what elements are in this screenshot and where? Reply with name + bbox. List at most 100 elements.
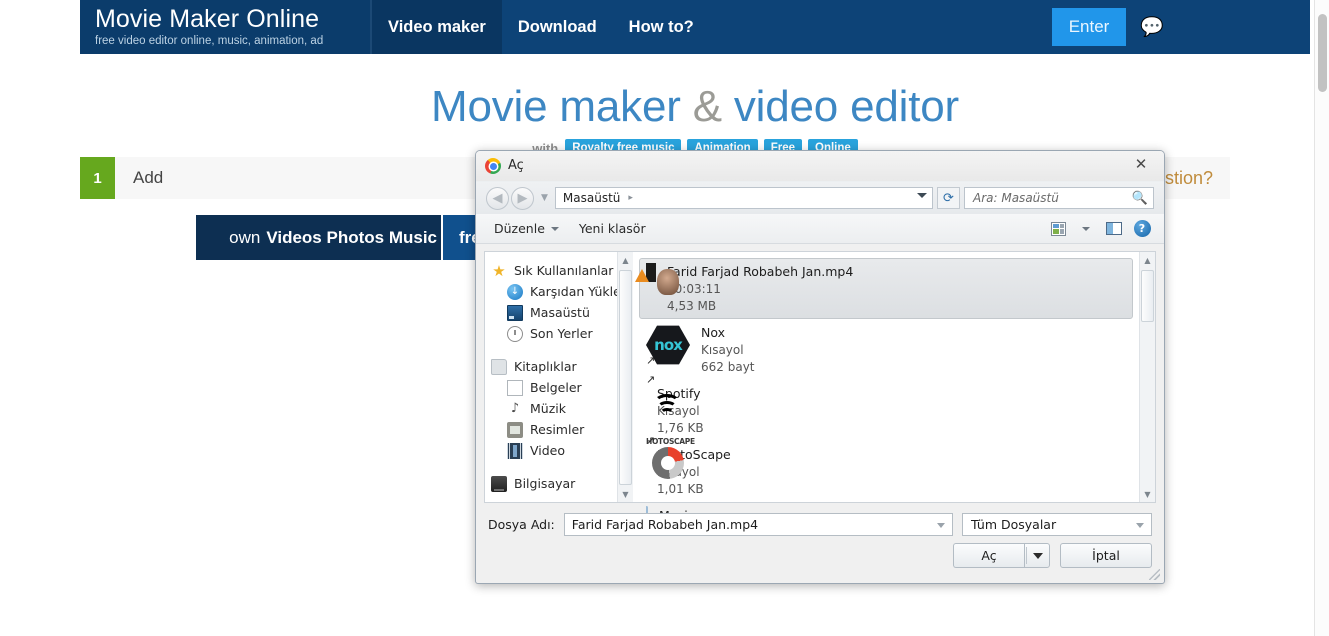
close-icon[interactable]: ✕: [1128, 154, 1154, 174]
sidebar-scrollbar[interactable]: ▲ ▼: [617, 252, 633, 502]
nav-item-how-to[interactable]: How to?: [613, 0, 710, 54]
filename-input[interactable]: Farid Farjad Robabeh Jan.mp4: [563, 513, 953, 536]
nav-item-download[interactable]: Download: [502, 0, 613, 54]
add-own-media-button[interactable]: own Videos Photos Music: [196, 215, 441, 260]
address-current-folder: Masaüstü: [562, 191, 621, 205]
scrollbar-thumb[interactable]: [1141, 270, 1154, 322]
page-title: Movie maker & video editor: [80, 54, 1310, 138]
sidebar-item-computer[interactable]: Bilgisayar: [491, 473, 633, 494]
sidebar-item-documents[interactable]: Belgeler: [491, 377, 633, 398]
filename-label: Dosya Adı:: [488, 517, 555, 532]
cancel-button[interactable]: İptal: [1060, 543, 1152, 568]
list-item[interactable]: HOTOSCAPE ↗ PhotoScape Kısayol 1,01 KB: [639, 435, 1133, 502]
refresh-icon[interactable]: ⟳: [937, 187, 960, 209]
scrollbar-thumb[interactable]: [1318, 14, 1327, 92]
brand-subtitle: free video editor online, music, animati…: [95, 35, 324, 47]
brand-title: Movie Maker Online: [95, 5, 320, 33]
scroll-down-icon[interactable]: ▼: [618, 486, 633, 502]
sidebar-item-downloads[interactable]: ↓ Karşıdan Yüklem: [491, 281, 633, 302]
organize-button[interactable]: Düzenle: [484, 221, 569, 236]
dialog-footer: Dosya Adı: Farid Farjad Robabeh Jan.mp4 …: [476, 507, 1164, 583]
sidebar-item-desktop[interactable]: Masaüstü: [491, 302, 633, 323]
open-dropdown-icon[interactable]: [1024, 543, 1050, 568]
scroll-up-icon[interactable]: ▲: [1140, 252, 1155, 268]
speech-bubble-icon[interactable]: 💬: [1134, 18, 1170, 37]
shortcut-arrow-icon: ↗: [646, 434, 656, 447]
dialog-toolbar: Düzenle Yeni klasör ?: [476, 214, 1164, 244]
question-text: stion?: [1165, 168, 1214, 188]
file-name: Nox: [701, 325, 726, 340]
computer-icon: [491, 475, 507, 492]
dialog-navigation-bar: ◀ ▶ ▼ Masaüstü ▸ ⟳ Ara: Masaüstü 🔍: [476, 182, 1164, 214]
sidebar-item-label: Masaüstü: [530, 305, 590, 320]
dialog-sidebar: ★ Sık Kullanılanlar ↓ Karşıdan Yüklem Ma…: [485, 252, 633, 502]
file-size: 1,01 KB: [657, 482, 704, 496]
list-item[interactable]: Farid Farjad Robabeh Jan.mp4 00:03:11 4,…: [639, 258, 1133, 319]
file-type-filter-select[interactable]: Tüm Dosyalar: [962, 513, 1152, 536]
sidebar-item-pictures[interactable]: Resimler: [491, 419, 633, 440]
browser-page: Movie Maker Online free video editor onl…: [0, 0, 1329, 636]
music-note-icon: ♪: [510, 400, 520, 416]
new-folder-button[interactable]: Yeni klasör: [569, 221, 656, 236]
file-type-filter-value: Tüm Dosyalar: [971, 517, 1057, 532]
hero-title-part1: Movie maker: [431, 82, 693, 131]
scrollbar-thumb[interactable]: [619, 270, 632, 485]
list-item[interactable]: ↗ Spotify Kısayol 1,76 KB: [639, 374, 1133, 441]
view-options-chevron-down-icon[interactable]: [1072, 218, 1100, 240]
video-thumbnail: [646, 263, 656, 282]
browser-scrollbar[interactable]: [1314, 0, 1329, 636]
address-separator-icon: ▸: [628, 193, 633, 203]
dialog-title-bar[interactable]: Aç ✕: [476, 151, 1164, 182]
site-brand[interactable]: Movie Maker Online free video editor onl…: [80, 0, 372, 54]
list-item[interactable]: nox ↗ Nox Kısayol 662 bayt: [639, 319, 1133, 380]
sidebar-item-label: Resimler: [530, 422, 585, 437]
scroll-down-icon[interactable]: ▼: [1140, 486, 1155, 502]
preview-pane-icon[interactable]: [1100, 218, 1128, 240]
band-own-light-text: own: [229, 227, 261, 247]
scroll-up-icon[interactable]: ▲: [618, 252, 633, 268]
search-icon: 🔍: [1131, 190, 1148, 206]
enter-button[interactable]: Enter: [1051, 8, 1127, 46]
sidebar-item-music[interactable]: ♪ Müzik: [491, 398, 633, 419]
file-size: 4,53 MB: [667, 299, 717, 313]
dialog-title: Aç: [508, 158, 524, 173]
hero-title-part2: video editor: [721, 82, 959, 131]
new-folder-label: Yeni klasör: [578, 221, 646, 236]
view-options-icon[interactable]: [1044, 218, 1072, 240]
file-list-scrollbar[interactable]: ▲ ▼: [1139, 252, 1155, 502]
sidebar-item-label: Son Yerler: [530, 326, 593, 341]
nav-items: Video maker Download How to?: [372, 0, 710, 54]
recent-clock-icon: [507, 325, 523, 342]
chevron-down-icon: [550, 226, 559, 231]
nav-item-video-maker[interactable]: Video maker: [372, 0, 502, 54]
dialog-body: ★ Sık Kullanılanlar ↓ Karşıdan Yüklem Ma…: [484, 251, 1156, 527]
sidebar-item-libraries[interactable]: Kitaplıklar: [491, 356, 633, 377]
chevron-down-icon[interactable]: [937, 523, 945, 528]
chevron-down-icon[interactable]: [1136, 523, 1144, 528]
file-size: 1,76 KB: [657, 421, 704, 435]
sidebar-item-label: Video: [530, 443, 566, 458]
help-icon[interactable]: ?: [1128, 218, 1156, 240]
sidebar-item-video[interactable]: Video: [491, 440, 633, 461]
file-duration: 00:03:11: [667, 282, 721, 296]
file-type: Kısayol: [701, 343, 744, 357]
address-bar[interactable]: Masaüstü ▸: [554, 187, 933, 209]
file-name: Farid Farjad Robabeh Jan.mp4: [667, 264, 854, 279]
shortcut-arrow-icon: ↗: [646, 354, 656, 367]
open-button[interactable]: Aç: [953, 543, 1024, 568]
forward-icon[interactable]: ▶: [511, 186, 534, 210]
shortcut-arrow-icon: ↗: [646, 373, 656, 386]
search-input[interactable]: Ara: Masaüstü 🔍: [964, 187, 1154, 209]
hero-section: Movie maker & video editor with Royalty …: [80, 54, 1310, 158]
sidebar-item-recent-places[interactable]: Son Yerler: [491, 323, 633, 344]
sidebar-item-favorites[interactable]: ★ Sık Kullanılanlar: [491, 260, 633, 281]
history-dropdown-icon[interactable]: ▼: [538, 193, 551, 203]
nav-right-group: Enter 💬: [1051, 0, 1170, 54]
band-own-bold-text: Videos Photos Music: [266, 227, 437, 247]
organize-label: Düzenle: [494, 221, 545, 236]
back-icon[interactable]: ◀: [486, 186, 509, 210]
folder-icon: [491, 358, 507, 375]
chevron-down-icon[interactable]: [917, 193, 927, 198]
dialog-buttons: Aç İptal: [953, 543, 1152, 568]
resize-grip[interactable]: [1149, 569, 1160, 580]
